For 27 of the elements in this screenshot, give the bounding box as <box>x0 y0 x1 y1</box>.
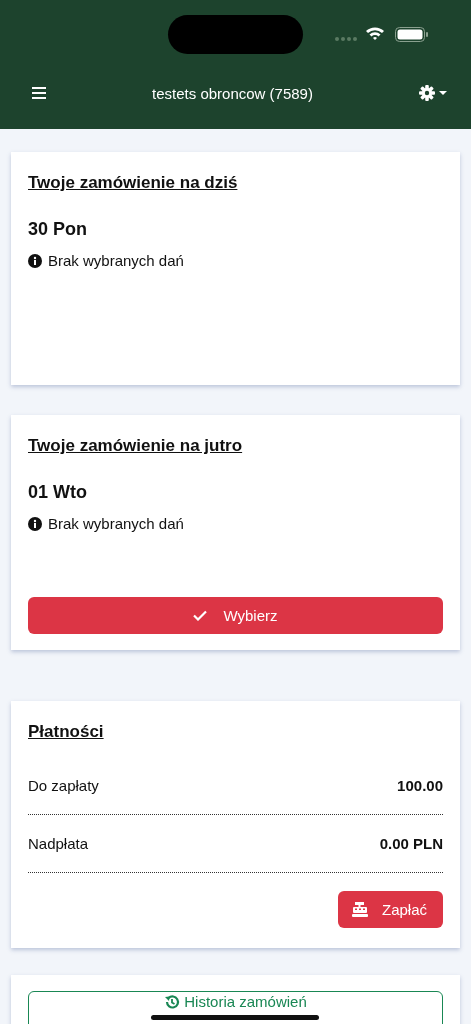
day-label: 30 Pon <box>28 219 89 240</box>
signal-icon <box>334 36 358 42</box>
menu-icon <box>32 87 46 99</box>
card-title: Twoje zamówienie na dziś <box>28 173 238 193</box>
pay-button[interactable]: Zapłać <box>337 891 443 928</box>
user-title: testets obroncow (7589) <box>152 84 313 102</box>
info-icon <box>28 253 42 268</box>
info-icon <box>28 516 42 531</box>
day-label: 01 Wto <box>28 482 88 503</box>
settings-button[interactable] <box>417 83 449 103</box>
payment-label: Nadpłata <box>28 835 89 852</box>
cash-register-icon <box>351 902 368 917</box>
settings-icon <box>419 85 447 101</box>
card-title: Płatności <box>28 722 105 742</box>
payment-label: Do zapłaty <box>28 777 99 794</box>
battery-icon <box>395 27 428 42</box>
history-icon <box>164 994 181 1010</box>
choose-button[interactable]: Wybierz <box>28 597 443 634</box>
info-text: Brak wybranych dań <box>48 252 184 269</box>
menu-button[interactable] <box>30 85 48 101</box>
card-title: Twoje zamówienie na jutro <box>28 436 243 456</box>
info-text: Brak wybranych dań <box>48 515 184 532</box>
payment-value: 0.00 PLN <box>379 835 443 852</box>
history-button[interactable]: Historia zamówień <box>28 991 443 1024</box>
check-icon <box>193 610 208 621</box>
payment-value: 100.00 <box>397 777 443 794</box>
wifi-icon <box>365 26 385 41</box>
